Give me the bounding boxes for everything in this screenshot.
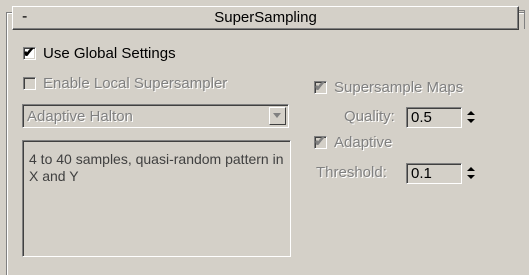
quality-input[interactable]: 0.5 [406,107,462,128]
quality-label: Quality: [344,108,395,125]
threshold-value: 0.1 [411,165,432,182]
rollout-title: SuperSampling [214,9,317,26]
rollout-title-bar[interactable]: - SuperSampling [12,6,519,30]
threshold-input[interactable]: 0.1 [406,163,462,184]
quality-spinner[interactable] [464,108,478,127]
checkbox-box[interactable] [23,77,36,90]
chevron-down-icon [273,113,281,118]
sampler-description: 4 to 40 samples, quasi-random pattern in… [22,140,291,257]
adaptive-label: Adaptive [334,134,393,151]
threshold-spinner[interactable] [464,164,478,183]
dropdown-button[interactable] [269,107,286,125]
checkbox-box[interactable]: ✔ [23,44,36,60]
use-global-settings-label: Use Global Settings [43,45,176,62]
enable-local-supersampler-checkbox[interactable]: Enable Local Supersampler [23,75,227,92]
use-global-settings-checkbox[interactable]: ✔ Use Global Settings [23,44,176,62]
spinner-arrows-icon [467,111,475,123]
spinner-arrows-icon [467,167,475,179]
sampler-dropdown[interactable]: Adaptive Halton [22,104,289,128]
sampler-dropdown-value: Adaptive Halton [27,108,133,125]
adaptive-checkbox[interactable]: ✔ Adaptive [314,133,393,151]
enable-local-supersampler-label: Enable Local Supersampler [43,75,228,92]
threshold-label: Threshold: [316,164,387,181]
checkbox-box[interactable]: ✔ [314,133,327,149]
rollout-frame-edge [518,10,525,29]
checkmark-icon: ✔ [23,44,35,60]
checkmark-icon: ✔ [314,78,326,94]
supersample-maps-label: Supersample Maps [334,79,464,96]
checkmark-icon: ✔ [314,133,326,149]
supersample-maps-checkbox[interactable]: ✔ Supersample Maps [314,78,464,96]
checkbox-box[interactable]: ✔ [314,78,327,94]
quality-value: 0.5 [411,109,432,126]
